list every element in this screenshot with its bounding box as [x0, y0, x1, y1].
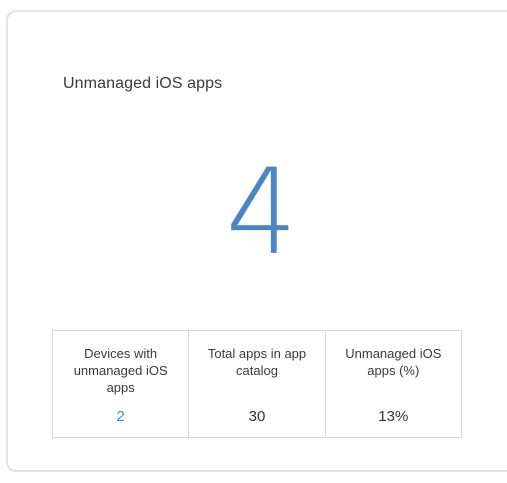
- stat-value: 30: [248, 408, 266, 425]
- big-number-container: 4: [8, 152, 507, 272]
- stat-value: 13%: [378, 408, 409, 425]
- stat-label: Devices with unmanaged iOS apps: [73, 346, 168, 395]
- unmanaged-apps-count: 4: [225, 143, 298, 281]
- stat-total-apps-in-catalog: Total apps in app catalog 30: [188, 331, 324, 437]
- stat-label: Unmanaged iOS apps (%): [345, 346, 442, 378]
- devices-count-link[interactable]: 2: [53, 408, 188, 425]
- card-title: Unmanaged iOS apps: [63, 75, 223, 92]
- stat-label: Total apps in app catalog: [207, 346, 307, 378]
- stats-table: Devices with unmanaged iOS apps 2 Total …: [52, 330, 462, 438]
- stat-unmanaged-apps-percent: Unmanaged iOS apps (%) 13%: [324, 331, 461, 437]
- stat-devices-with-unmanaged-apps: Devices with unmanaged iOS apps 2: [53, 331, 188, 437]
